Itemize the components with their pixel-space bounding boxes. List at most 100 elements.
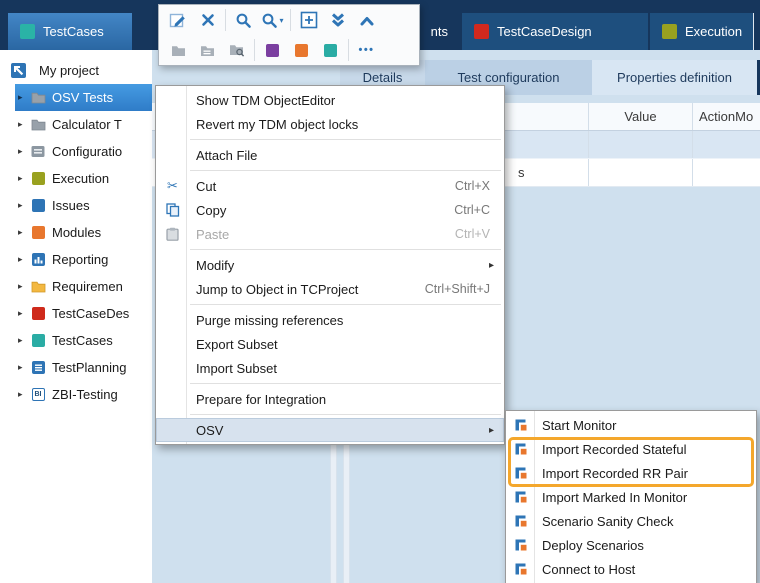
scrollbar-track[interactable] [343, 437, 350, 583]
testplanning-list-icon [30, 360, 46, 375]
tree-root-my-project[interactable]: My project [0, 57, 152, 84]
toolbar-folder-button[interactable] [164, 37, 193, 63]
toolbar-separator [290, 9, 291, 31]
subtab-properties-definition[interactable]: Properties definition [592, 60, 757, 95]
submenu-item-deploy-scenarios[interactable]: Deploy Scenarios [506, 533, 756, 557]
configuration-icon [30, 144, 46, 159]
teal-square-icon [324, 44, 337, 57]
menu-item-export-subset[interactable]: Export Subset [156, 332, 504, 356]
project-icon [10, 63, 26, 78]
tree-item-testplanning[interactable]: ▸ TestPlanning [0, 354, 152, 381]
toolbar-search-button[interactable] [229, 7, 258, 33]
expander-icon[interactable]: ▸ [18, 146, 28, 157]
tree-item-execution[interactable]: ▸ Execution [0, 165, 152, 192]
menu-separator [190, 170, 501, 171]
osv-icon [511, 418, 530, 432]
toolbar-folder-search-button[interactable] [222, 37, 251, 63]
orange-square-icon [295, 44, 308, 57]
toolbar-collapse-all-button[interactable] [323, 7, 352, 33]
menu-item-attach-file[interactable]: Attach File [156, 143, 504, 167]
submenu-arrow-icon: ▸ [489, 260, 496, 271]
submenu-item-import-marked-in-monitor[interactable]: Import Marked In Monitor [506, 485, 756, 509]
copy-icon [162, 203, 183, 217]
menu-item-osv[interactable]: OSV ▸ [156, 418, 504, 442]
expander-icon[interactable]: ▸ [18, 335, 28, 346]
submenu-item-import-recorded-rr-pair[interactable]: Import Recorded RR Pair [506, 461, 756, 485]
expander-icon[interactable]: ▸ [18, 308, 28, 319]
submenu-item-scenario-sanity-check[interactable]: Scenario Sanity Check [506, 509, 756, 533]
chevron-up-icon [359, 14, 375, 27]
toolbar-expand-button[interactable] [352, 7, 381, 33]
issues-icon [30, 198, 46, 213]
toolbar-separator [254, 39, 255, 61]
search-icon [261, 12, 278, 29]
toolbar-folder-hierarchy-button[interactable] [193, 37, 222, 63]
toolbar-row-1: ▾ [159, 5, 419, 35]
expander-icon[interactable]: ▸ [18, 254, 28, 265]
toolbar-delete-button[interactable] [193, 7, 222, 33]
toolbar-teal-category-button[interactable] [316, 37, 345, 63]
tree-item-osv-tests[interactable]: ▸ OSV Tests [15, 84, 152, 111]
expander-icon[interactable]: ▸ [18, 281, 28, 292]
column-header-actionmode[interactable]: ActionMo [692, 103, 760, 130]
expander-icon[interactable]: ▸ [18, 362, 28, 373]
shortcut-label: Ctrl+Shift+J [425, 282, 496, 296]
expander-icon[interactable]: ▸ [18, 173, 28, 184]
tab-testcases[interactable]: TestCases [8, 13, 132, 50]
submenu-item-import-recorded-stateful[interactable]: Import Recorded Stateful [506, 437, 756, 461]
menu-item-cut[interactable]: ✂ Cut Ctrl+X [156, 174, 504, 198]
pane-splitter[interactable] [330, 437, 337, 583]
tree-item-configuration[interactable]: ▸ Configuratio [0, 138, 152, 165]
expander-icon[interactable]: ▸ [18, 92, 28, 103]
toolbar-more-options-button[interactable]: ••• [352, 37, 381, 63]
scissors-icon: ✂ [162, 178, 183, 194]
context-menu: Show TDM ObjectEditor Revert my TDM obje… [155, 85, 505, 445]
menu-item-import-subset[interactable]: Import Subset [156, 356, 504, 380]
tree-item-requirements[interactable]: ▸ Requiremen [0, 273, 152, 300]
menu-item-show-tdm-objecteditor[interactable]: Show TDM ObjectEditor [156, 88, 504, 112]
expander-icon[interactable]: ▸ [18, 389, 28, 400]
menu-separator [190, 304, 501, 305]
tab-testcasedesign[interactable]: TestCaseDesign [462, 13, 648, 50]
menu-item-copy[interactable]: Copy Ctrl+C [156, 198, 504, 222]
application-window: TestCases nts TestCaseDesign Execution M… [0, 0, 760, 583]
tree-item-testcases[interactable]: ▸ TestCases [0, 327, 152, 354]
toolbar-orange-category-button[interactable] [287, 37, 316, 63]
menu-item-prepare-for-integration[interactable]: Prepare for Integration [156, 387, 504, 411]
toolbar-add-button[interactable] [294, 7, 323, 33]
tree-item-issues[interactable]: ▸ Issues [0, 192, 152, 219]
edit-icon [169, 11, 188, 29]
menu-item-paste[interactable]: Paste Ctrl+V [156, 222, 504, 246]
folder-hierarchy-icon [200, 44, 215, 57]
submenu-arrow-icon: ▸ [489, 425, 496, 436]
tree-item-reporting[interactable]: ▸ Reporting [0, 246, 152, 273]
toolbar-edit-button[interactable] [164, 7, 193, 33]
menu-item-jump-to-object-in-tcproject[interactable]: Jump to Object in TCProject Ctrl+Shift+J [156, 277, 504, 301]
reporting-chart-icon [30, 252, 46, 267]
tab-execution[interactable]: Execution [650, 13, 753, 50]
paste-icon [162, 227, 183, 241]
submenu-item-connect-to-host[interactable]: Connect to Host [506, 557, 756, 581]
menu-item-revert-tdm-object-locks[interactable]: Revert my TDM object locks [156, 112, 504, 136]
shortcut-label: Ctrl+V [455, 227, 496, 241]
menu-separator [190, 249, 501, 250]
column-header-value[interactable]: Value [588, 103, 692, 130]
tree-item-testcasedesign[interactable]: ▸ TestCaseDes [0, 300, 152, 327]
toolbar-search-options-button[interactable]: ▾ [258, 7, 287, 33]
expander-icon[interactable]: ▸ [18, 119, 28, 130]
tree-item-calculator[interactable]: ▸ Calculator T [0, 111, 152, 138]
osv-submenu: Start Monitor Import Recorded Stateful I… [505, 410, 757, 583]
double-chevron-down-icon [330, 12, 346, 28]
expander-icon[interactable]: ▸ [18, 227, 28, 238]
menu-item-purge-missing-references[interactable]: Purge missing references [156, 308, 504, 332]
x-icon [200, 12, 216, 28]
osv-icon [511, 466, 530, 480]
expander-icon[interactable]: ▸ [18, 200, 28, 211]
submenu-item-start-monitor[interactable]: Start Monitor [506, 413, 756, 437]
menu-separator [190, 139, 501, 140]
testcasedesign-tab-icon [474, 24, 489, 39]
tree-item-modules[interactable]: ▸ Modules [0, 219, 152, 246]
menu-item-modify[interactable]: Modify ▸ [156, 253, 504, 277]
toolbar-purple-category-button[interactable] [258, 37, 287, 63]
tree-item-zbi-testing[interactable]: ▸ BI ZBI-Testing [0, 381, 152, 408]
